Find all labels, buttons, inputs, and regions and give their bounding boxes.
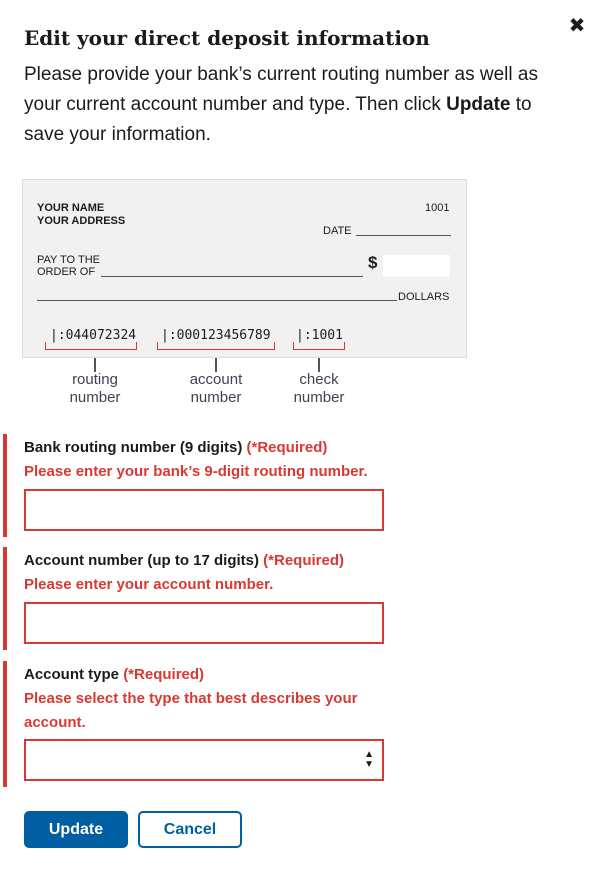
account-number-label: Account number (up to 17 digits) (*Requi… [24,547,403,571]
check-date-label: DATE [323,225,352,237]
cancel-button[interactable]: Cancel [138,811,242,848]
close-icon[interactable]: ✖ [566,14,588,36]
routing-callout: routing number [54,371,136,407]
sample-check-illustration: YOUR NAME YOUR ADDRESS 1001 DATE PAY TO … [22,179,467,358]
account-type-required-marker: (*Required) [123,666,205,683]
routing-bracket [45,342,137,350]
check-number: 1001 [425,202,450,214]
check-dollars-label: DOLLARS [398,291,450,303]
routing-callout-line2: number [69,389,121,406]
account-callout-line2: number [190,389,242,406]
check-date-line [356,235,451,236]
account-type-label-text: Account type [24,666,120,683]
check-callout-line1: check [299,371,339,388]
check-dollar-sign: $ [368,253,378,272]
check-order-of-label: ORDER OF [37,266,96,278]
routing-callout-line1: routing [72,371,118,388]
account-type-error-message: Please select the type that best describ… [24,690,358,731]
account-type-select[interactable]: ▲ ▼ [24,739,384,781]
select-updown-icon: ▲ ▼ [364,749,374,770]
routing-pointer [94,358,96,372]
update-button[interactable]: Update [24,811,128,848]
routing-number-label: Bank routing number (9 digits) (*Require… [24,434,403,458]
account-number-group: Account number (up to 17 digits) (*Requi… [3,547,403,650]
routing-required-marker: (*Required) [246,439,328,456]
micr-account-number: |:000123456789 [161,328,271,343]
check-callout-line2: number [293,389,345,406]
account-callout-line1: account [189,371,243,388]
routing-number-label-text: Bank routing number (9 digits) [24,439,243,456]
account-error-message: Please enter your account number. [24,576,274,593]
check-payee-line [101,276,363,277]
intro-update-emphasis: Update [446,94,511,115]
account-type-label: Account type (*Required) [24,661,403,685]
check-pointer [318,358,320,372]
micr-check-number: |:1001 [296,328,343,343]
check-number-bracket [293,342,345,350]
account-pointer [215,358,217,372]
check-address: YOUR ADDRESS [37,215,126,227]
intro-text: Please provide your bank’s current routi… [24,60,564,150]
routing-error-message: Please enter your bank’s 9-digit routing… [24,463,368,480]
routing-number-input[interactable] [24,489,384,531]
account-required-marker: (*Required) [263,552,345,569]
check-callout: check number [278,371,360,407]
check-name: YOUR NAME [37,202,105,214]
check-dollars-line [37,300,397,301]
account-number-label-text: Account number (up to 17 digits) [24,552,259,569]
account-number-input[interactable] [24,602,384,644]
account-bracket [157,342,275,350]
check-amount-box [383,255,450,277]
modal-title: Edit your direct deposit information [24,26,430,50]
micr-routing-number: |:044072324 [50,328,137,343]
account-callout: account number [175,371,257,407]
routing-number-group: Bank routing number (9 digits) (*Require… [3,434,403,537]
account-type-group: Account type (*Required) Please select t… [3,661,403,787]
